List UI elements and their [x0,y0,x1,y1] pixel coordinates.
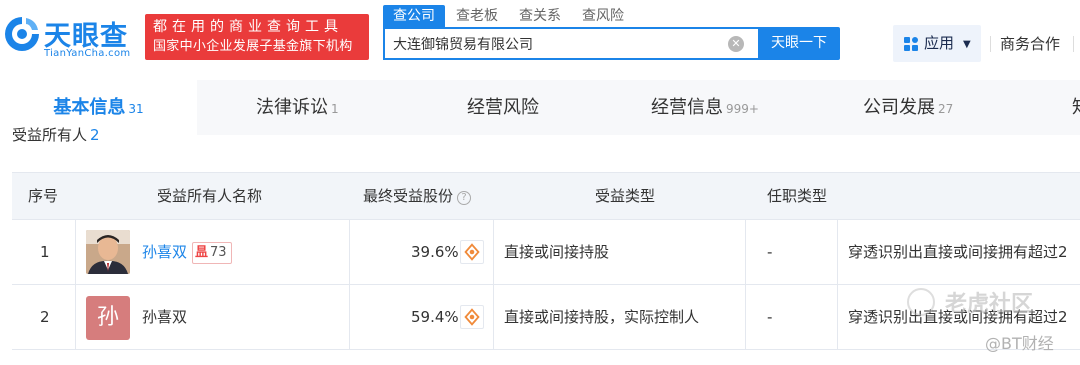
search-tab-relation[interactable]: 查关系 [519,5,561,27]
cell-divider [349,285,350,350]
position-type-value: - [767,308,773,326]
final-share-value: 59.4% [411,308,459,326]
avatar[interactable] [86,230,130,274]
caret-down-icon: ▼ [963,39,971,50]
apps-grid-icon [904,37,918,51]
col-owner-name: 受益所有人名称 [157,187,263,205]
tab-label: 经营风险 [467,97,539,118]
avatar: 孙 [86,296,130,340]
row-index: 2 [40,308,50,326]
benefit-type-value: 直接或间接持股 [504,243,610,261]
equity-chart-icon[interactable] [460,305,484,329]
business-cooperation-link[interactable]: 商务合作 [1000,33,1060,54]
cell-divider [745,220,746,285]
search-input[interactable] [393,29,723,58]
badge-count: 73 [210,245,227,260]
person-badge[interactable]: 昷 73 [192,242,232,264]
col-final-share-label: 最终受益股份 [363,187,454,205]
person-photo-icon [86,230,130,274]
tab-count: 31 [128,102,144,116]
search-button[interactable]: 天眼一下 [758,27,840,60]
tab-count: 27 [938,102,954,116]
tab-count: 999+ [726,102,759,116]
help-icon[interactable]: ? [457,191,472,205]
slogan-line-2: 国家中小企业发展子基金旗下机构 [153,39,353,54]
reason-value: 穿透识别出直接或间接拥有超过2 [848,243,1068,261]
search-tab-boss[interactable]: 查老板 [456,5,498,27]
tab-operation-risk[interactable]: 经营风险 [467,80,539,135]
cell-divider [75,285,76,350]
cell-divider [493,220,494,285]
tab-label: 知 [1072,97,1080,118]
row-index: 1 [40,243,50,261]
search-box: ✕ [383,27,758,60]
col-index: 序号 [28,187,59,205]
table-header: 序号 受益所有人名称 最终受益股份? 受益类型 任职类型 [12,172,1080,220]
cell-divider [745,285,746,350]
cell-divider [837,220,838,285]
watermark-text: 老虎社区 [945,292,1034,317]
col-benefit-type: 受益类型 [595,187,656,205]
final-share-value: 39.6% [411,243,459,261]
logo[interactable]: 天眼查 TianYanCha.com [0,10,140,62]
company-nav-tabs: 基本信息31 法律诉讼1 经营风险 经营信息999+ 公司发展27 知 [0,80,1080,135]
watermark-source: @BT财经 [985,334,1054,353]
slogan-banner: 都在用的商业查询工具 国家中小企业发展子基金旗下机构 [145,14,369,60]
search-tab-risk[interactable]: 查风险 [582,5,624,27]
tianyancha-logo-icon [5,17,39,51]
benefit-type-value: 直接或间接持股，实际控制人 [504,308,700,326]
position-type-value: - [767,243,773,261]
watermark-circle-icon [907,288,935,316]
cell-divider [493,285,494,350]
tab-operation-info[interactable]: 经营信息 999+ [651,80,759,135]
col-position-type: 任职类型 [767,187,828,205]
cell-divider [75,220,76,285]
header-divider [990,36,991,52]
header-divider [1073,36,1074,52]
tab-count: 1 [331,102,339,116]
section-title-text: 受益所有人 [12,126,88,144]
slogan-line-1: 都在用的商业查询工具 [153,19,343,35]
col-final-share: 最终受益股份? [363,173,472,219]
tab-label: 基本信息 [53,97,126,118]
tab-label: 法律诉讼 [256,97,328,118]
logo-domain: TianYanCha.com [44,48,131,59]
table-row: 1 孙喜双 昷 73 39.6% 直接或间接持股 - 穿透识别出直接或间接拥有超过… [12,220,1080,285]
boss-badge-icon: 昷 [195,245,209,260]
tab-label: 经营信息 [651,97,723,118]
owner-name: 孙喜双 [142,308,188,326]
equity-chart-icon[interactable] [460,240,484,264]
tab-ip[interactable]: 知 [1072,80,1080,135]
clear-icon[interactable]: ✕ [728,36,744,52]
section-title: 受益所有人 2 [12,125,100,145]
apps-label: 应用 [924,34,955,52]
section-count[interactable]: 2 [90,126,100,144]
top-header: 天眼查 TianYanCha.com 都在用的商业查询工具 国家中小企业发展子基… [0,0,1080,80]
apps-button[interactable]: 应用 ▼ [893,25,981,62]
cell-divider [349,220,350,285]
tab-label: 公司发展 [863,97,935,118]
owner-name-link[interactable]: 孙喜双 [142,220,187,284]
tab-legal[interactable]: 法律诉讼 1 [256,80,339,135]
search-tab-company[interactable]: 查公司 [383,5,445,27]
tab-development[interactable]: 公司发展 27 [863,80,953,135]
cell-divider [837,285,838,350]
